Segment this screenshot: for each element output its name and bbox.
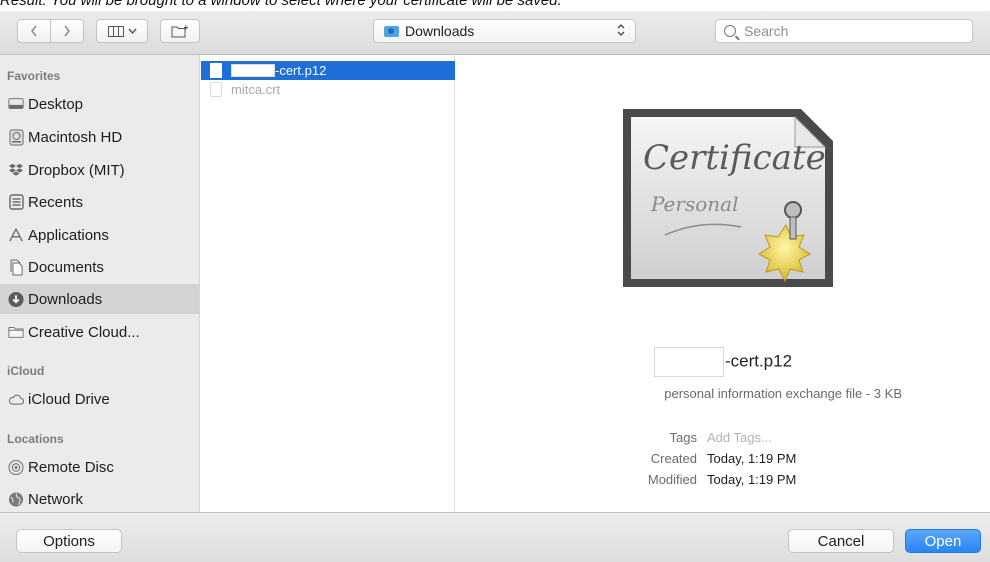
svg-text:Certificate: Certificate: [643, 138, 826, 178]
new-folder-icon: [171, 25, 188, 37]
back-button[interactable]: [18, 20, 51, 42]
meta-key: Tags: [669, 430, 697, 445]
meta-value: Today, 1:19 PM: [707, 451, 797, 466]
sidebar-section-icloud: iCloud: [7, 364, 45, 378]
sidebar: Favorites Desktop Macintosh HD Dropbox (…: [0, 55, 200, 512]
sidebar-item-creative-cloud[interactable]: Creative Cloud...: [0, 317, 199, 347]
view-mode-button[interactable]: [96, 19, 148, 43]
location-label: Downloads: [405, 23, 475, 39]
toolbar: Downloads Search: [0, 11, 990, 55]
sidebar-item-applications[interactable]: Applications: [0, 220, 199, 250]
recents-icon: [8, 194, 24, 210]
navigation-group: [17, 19, 84, 43]
folder-icon: [8, 324, 24, 340]
sidebar-item-recents[interactable]: Recents: [0, 187, 199, 217]
open-button[interactable]: Open: [905, 529, 981, 553]
downloads-icon: [8, 291, 24, 307]
location-popup[interactable]: Downloads: [373, 19, 636, 43]
network-icon: [8, 491, 24, 507]
sidebar-item-macintosh-hd[interactable]: Macintosh HD: [0, 122, 199, 152]
file-icon: [210, 82, 222, 97]
redacted-filename-prefix: [653, 347, 724, 377]
file-row-cert-p12[interactable]: -cert.p12: [201, 61, 455, 80]
sidebar-item-label: Creative Cloud...: [28, 323, 140, 341]
meta-row-created: Created Today, 1:19 PM: [456, 451, 990, 471]
search-icon: [724, 25, 736, 37]
sidebar-item-desktop[interactable]: Desktop: [0, 89, 199, 119]
chevron-left-icon: [31, 25, 37, 37]
sidebar-item-label: Network: [28, 490, 84, 508]
sidebar-item-label: Remote Disc: [28, 458, 114, 476]
options-button[interactable]: Options: [16, 529, 122, 553]
sidebar-item-dropbox[interactable]: Dropbox (MIT): [0, 155, 199, 185]
instruction-caption: Result: You will be brought to a window …: [0, 0, 562, 9]
forward-button[interactable]: [51, 20, 83, 42]
certificate-icon: Certificate Personal: [623, 109, 833, 287]
sidebar-item-label: iCloud Drive: [28, 390, 110, 408]
dropbox-icon: [8, 162, 24, 178]
sidebar-item-label: Desktop: [28, 95, 84, 113]
file-icon: [210, 63, 222, 78]
sidebar-item-downloads[interactable]: Downloads: [0, 284, 199, 314]
sidebar-item-label: Applications: [28, 226, 109, 244]
sidebar-item-label: Macintosh HD: [28, 128, 123, 146]
column-view-icon: [107, 25, 124, 37]
downloads-folder-icon: [384, 25, 399, 37]
file-row-mitca-crt[interactable]: mitca.crt: [201, 80, 455, 99]
sidebar-item-network[interactable]: Network: [0, 484, 199, 514]
sidebar-item-label: Recents: [28, 193, 84, 211]
search-placeholder: Search: [744, 23, 789, 39]
bottom-bar: Options Cancel Open: [0, 512, 990, 562]
hard-drive-icon: [8, 129, 24, 145]
chevron-down-icon: [127, 28, 137, 34]
sidebar-section-locations: Locations: [7, 432, 64, 446]
up-down-chevron-icon: [617, 23, 625, 38]
preview-file-kind: personal information exchange file - 3 K…: [664, 386, 902, 401]
redacted-filename-prefix: [231, 64, 275, 77]
sidebar-item-label: Documents: [28, 258, 104, 276]
new-folder-button[interactable]: [160, 19, 200, 43]
sidebar-item-remote-disc[interactable]: Remote Disc: [0, 452, 199, 482]
preview-pane: Certificate Personal -cert.p12 personal …: [456, 55, 990, 512]
file-list-column: -cert.p12 mitca.crt: [201, 55, 455, 512]
file-name: mitca.crt: [231, 82, 281, 97]
add-tags-field[interactable]: Add Tags...: [707, 430, 772, 445]
meta-value: Today, 1:19 PM: [707, 472, 797, 487]
search-field[interactable]: Search: [715, 19, 973, 43]
cloud-icon: [8, 391, 24, 407]
file-name: -cert.p12: [275, 63, 327, 78]
disc-icon: [8, 459, 24, 475]
chevron-right-icon: [64, 25, 70, 37]
sidebar-item-documents[interactable]: Documents: [0, 252, 199, 282]
applications-icon: [8, 227, 24, 243]
svg-text:Personal: Personal: [650, 192, 738, 216]
documents-icon: [8, 259, 24, 275]
meta-key: Created: [650, 451, 697, 466]
cancel-button[interactable]: Cancel: [788, 529, 894, 553]
preview-file-name: -cert.p12: [456, 347, 990, 377]
meta-key: Modified: [647, 472, 697, 487]
meta-row-tags: Tags Add Tags...: [456, 430, 990, 450]
desktop-icon: [8, 96, 24, 112]
sidebar-section-favorites: Favorites: [7, 69, 61, 83]
sidebar-item-label: Downloads: [28, 290, 103, 308]
sidebar-item-icloud-drive[interactable]: iCloud Drive: [0, 384, 199, 414]
meta-row-modified: Modified Today, 1:19 PM: [456, 472, 990, 492]
sidebar-item-label: Dropbox (MIT): [28, 161, 125, 179]
